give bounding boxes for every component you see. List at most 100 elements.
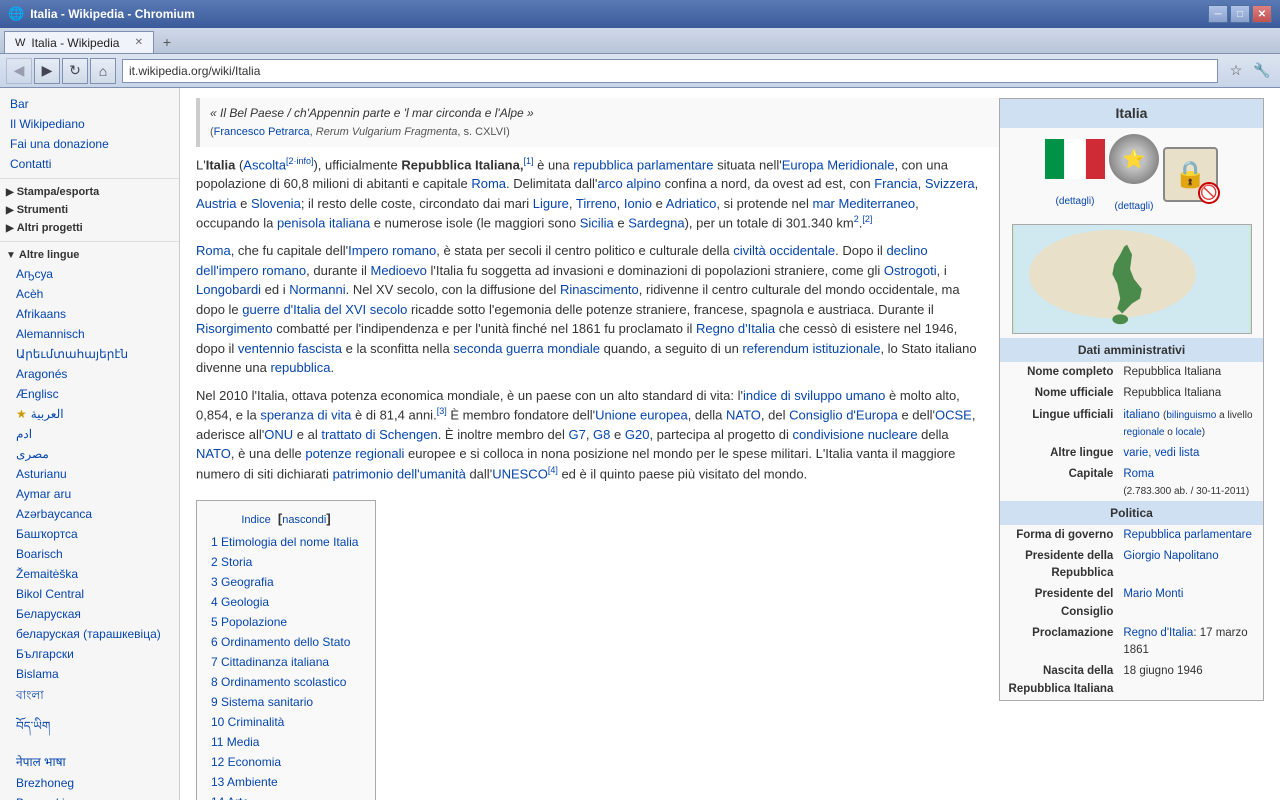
sidebar-section-strumenti[interactable]: ▶ Strumenti — [0, 201, 179, 219]
francia-link[interactable]: Francia — [874, 176, 917, 191]
sidebar-lang-masry[interactable]: مصرى — [0, 444, 179, 464]
sidebar-lang-englisc[interactable]: Ænglisc — [0, 384, 179, 404]
risorgimento-link[interactable]: Risorgimento — [196, 321, 273, 336]
sidebar-lang-adam[interactable]: ادم — [0, 424, 179, 444]
ventennio-link[interactable]: ventennio fascista — [238, 341, 342, 356]
close-button[interactable]: ✕ — [1252, 5, 1272, 23]
adriatico-link[interactable]: Adriatico — [666, 196, 717, 211]
sidebar-section-altri[interactable]: ▶ Altri progetti — [0, 219, 179, 237]
roma-link[interactable]: Roma — [1123, 468, 1154, 480]
sidebar-lang-aymar[interactable]: Aymar aru — [0, 484, 179, 504]
toc-link-7[interactable]: 7 Cittadinanza italiana — [211, 655, 329, 669]
bilinguismo-link[interactable]: bilinguismo — [1166, 410, 1216, 421]
roma-para2-link[interactable]: Roma — [196, 243, 231, 258]
sidebar-lang-zemaiteskha[interactable]: Žemaitėška — [0, 564, 179, 584]
ostrogoti-link[interactable]: Ostrogoti — [884, 263, 937, 278]
indice-link[interactable]: indice di sviluppo umano — [743, 388, 885, 403]
toc-link-14[interactable]: 14 Arte — [211, 795, 249, 800]
ionio-link[interactable]: Ionio — [624, 196, 652, 211]
regno-link[interactable]: Regno d'Italia — [1123, 627, 1193, 639]
sidebar-lang-arm[interactable]: Արեւմտահայերէն — [0, 344, 179, 364]
toc-link-4[interactable]: 4 Geologia — [211, 595, 269, 609]
sidebar-lang-bosanski[interactable]: Bosanski — [0, 793, 179, 800]
active-tab[interactable]: W Italia - Wikipedia ✕ — [4, 31, 154, 53]
sardegna-link[interactable]: Sardegna — [628, 216, 684, 231]
nato-link[interactable]: NATO — [726, 407, 761, 422]
unione-europea-link[interactable]: Unione europea — [595, 407, 688, 422]
roma-article-link[interactable]: Roma — [471, 176, 506, 191]
sidebar-lang-afrikaans[interactable]: Afrikaans — [0, 304, 179, 324]
ocse-link[interactable]: OCSE — [935, 407, 972, 422]
g8-link[interactable]: G8 — [593, 427, 610, 442]
slovenia-link[interactable]: Slovenia — [251, 196, 301, 211]
sidebar-item-donazione[interactable]: Fai una donazione — [0, 134, 179, 154]
tirreno-link[interactable]: Tirreno — [576, 196, 617, 211]
arco-alpino-link[interactable]: arco alpino — [597, 176, 661, 191]
sidebar-lang-asturianu[interactable]: Asturianu — [0, 464, 179, 484]
nato2-link[interactable]: NATO — [196, 446, 231, 461]
toc-toggle-button[interactable]: nascondi — [282, 514, 326, 526]
toc-link-9[interactable]: 9 Sistema sanitario — [211, 695, 313, 709]
forma-link[interactable]: Repubblica parlamentare — [1123, 529, 1252, 541]
sidebar-lang-bashkir[interactable]: Башҡортса — [0, 524, 179, 544]
ligure-link[interactable]: Ligure — [533, 196, 569, 211]
longobardi-link[interactable]: Longobardi — [196, 282, 261, 297]
repubblica-parlamentare-link[interactable]: repubblica parlamentare — [573, 157, 713, 172]
regionale-link[interactable]: regionale — [1123, 427, 1164, 438]
sidebar-lang-apsua[interactable]: Аҧсуа — [0, 264, 179, 284]
back-button[interactable]: ◀ — [6, 58, 32, 84]
regno-ditalia-link[interactable]: Regno d'Italia — [696, 321, 775, 336]
toc-link-1[interactable]: 1 Etimologia del nome Italia — [211, 535, 358, 549]
sidebar-lang-belarusian[interactable]: Беларуская — [0, 604, 179, 624]
patrimonio-link[interactable]: patrimonio dell'umanità — [333, 466, 466, 481]
varie-lista-link[interactable]: varie, vedi lista — [1123, 447, 1199, 459]
sidebar-lang-arabic[interactable]: ★ العربية — [0, 404, 179, 424]
condivisione-link[interactable]: condivisione nucleare — [793, 427, 918, 442]
home-button[interactable]: ⌂ — [90, 58, 116, 84]
napolitano-link[interactable]: Giorgio Napolitano — [1123, 550, 1218, 562]
sidebar-lang-bislama[interactable]: Bislama — [0, 664, 179, 684]
g7-link[interactable]: G7 — [568, 427, 585, 442]
sidebar-section-altre-lingue[interactable]: ▼ Altre lingue — [0, 246, 179, 264]
reload-button[interactable]: ↻ — [62, 58, 88, 84]
bookmark-star-button[interactable]: ☆ — [1224, 59, 1248, 83]
new-tab-button[interactable]: + — [154, 31, 180, 53]
toc-link-13[interactable]: 13 Ambiente — [211, 775, 278, 789]
svizzera-link[interactable]: Svizzera — [925, 176, 975, 191]
locale-link[interactable]: locale — [1176, 427, 1202, 438]
tab-close-button[interactable]: ✕ — [135, 37, 143, 48]
sidebar-lang-belarusian2[interactable]: беларуская (тарашкевіца) — [0, 624, 179, 644]
civilta-link[interactable]: civiltà occidentale — [733, 243, 835, 258]
sidebar-lang-brezhoneg[interactable]: Brezhoneg — [0, 773, 179, 793]
sidebar-lang-boarisch[interactable]: Boarisch — [0, 544, 179, 564]
impero-romano-link[interactable]: Impero romano — [348, 243, 436, 258]
listen-link[interactable]: Ascolta — [243, 157, 286, 172]
sidebar-lang-bulgarian[interactable]: Български — [0, 644, 179, 664]
sidebar-lang-tibetan[interactable]: བོད་ཡིག — [0, 710, 179, 750]
seconda-guerra-link[interactable]: seconda guerra mondiale — [453, 341, 600, 356]
guerre-italia-link[interactable]: guerre d'Italia del XVI secolo — [242, 302, 407, 317]
sidebar-lang-azeri[interactable]: Azərbaycanca — [0, 504, 179, 524]
potenze-link[interactable]: potenze regionali — [305, 446, 404, 461]
sidebar-item-wikipediano[interactable]: Il Wikipediano — [0, 114, 179, 134]
sidebar-lang-alemannisch[interactable]: Alemannisch — [0, 324, 179, 344]
g20-link[interactable]: G20 — [625, 427, 650, 442]
toc-link-3[interactable]: 3 Geografia — [211, 575, 274, 589]
toc-link-11[interactable]: 11 Media — [211, 735, 259, 749]
forward-button[interactable]: ▶ — [34, 58, 60, 84]
flag-dettagli-link[interactable]: (dettagli) — [1056, 196, 1095, 207]
monti-link[interactable]: Mario Monti — [1123, 588, 1183, 600]
petrarca-link[interactable]: Francesco Petrarca — [214, 126, 310, 138]
sidebar-lang-nepal[interactable]: नेपाल भाषा — [0, 750, 179, 773]
url-display[interactable]: it.wikipedia.org/wiki/Italia — [129, 64, 1211, 78]
maximize-button[interactable]: □ — [1230, 5, 1250, 23]
toc-link-12[interactable]: 12 Economia — [211, 755, 281, 769]
italiano-link[interactable]: italiano — [1123, 409, 1159, 421]
referendum-link[interactable]: referendum istituzionale — [742, 341, 880, 356]
toc-link-10[interactable]: 10 Criminalità — [211, 715, 284, 729]
repubblica-link[interactable]: repubblica — [270, 360, 330, 375]
sidebar-lang-aceh[interactable]: Acèh — [0, 284, 179, 304]
consiglio-europa-link[interactable]: Consiglio d'Europa — [789, 407, 898, 422]
toc-link-5[interactable]: 5 Popolazione — [211, 615, 287, 629]
minimize-button[interactable]: ─ — [1208, 5, 1228, 23]
